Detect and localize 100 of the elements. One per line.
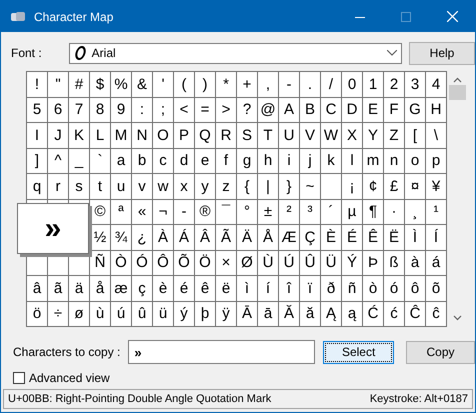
character-cell[interactable]: p (426, 148, 446, 173)
character-cell[interactable]: - (174, 200, 194, 224)
character-cell[interactable]: Û (300, 250, 320, 275)
advanced-view-checkbox[interactable] (13, 372, 25, 384)
character-cell[interactable]: i (279, 148, 299, 173)
character-cell[interactable]: a (111, 148, 131, 173)
character-cell[interactable]: Ø (237, 250, 257, 275)
character-cell[interactable]: Ú (279, 250, 299, 275)
character-cell[interactable]: N (132, 123, 152, 148)
character-cell[interactable]: = (195, 98, 215, 122)
character-cell[interactable]: M (111, 123, 131, 148)
character-cell[interactable]: ô (405, 276, 425, 300)
character-cell[interactable]: c (153, 148, 173, 173)
character-cell[interactable]: ( (174, 72, 194, 96)
character-cell[interactable]: ç (132, 276, 152, 300)
character-cell[interactable]: ³ (300, 200, 320, 224)
character-cell[interactable]: Ô (153, 250, 173, 275)
character-cell[interactable]: U (279, 123, 299, 148)
character-cell[interactable]: ć (384, 302, 404, 326)
character-cell[interactable]: Ą (321, 302, 341, 326)
character-cell[interactable]: _ (69, 148, 89, 173)
character-cell[interactable]: ð (321, 276, 341, 300)
character-cell[interactable]: ó (384, 276, 404, 300)
character-cell[interactable]: Ö (195, 250, 215, 275)
character-cell[interactable]: ¬ (153, 200, 173, 224)
character-cell[interactable]: ä (69, 276, 89, 300)
character-cell[interactable]: C (321, 98, 341, 122)
character-cell[interactable]: ÿ (216, 302, 236, 326)
character-cell[interactable]: { (237, 174, 257, 198)
advanced-view-label[interactable]: Advanced view (29, 371, 110, 385)
character-cell[interactable]: ' (153, 72, 173, 96)
character-cell[interactable]: J (48, 123, 68, 148)
character-cell[interactable]: P (174, 123, 194, 148)
character-cell[interactable]: F (384, 98, 404, 122)
character-cell[interactable]: T (258, 123, 278, 148)
character-cell[interactable]: h (258, 148, 278, 173)
character-cell[interactable]: 6 (48, 98, 68, 122)
characters-to-copy-field[interactable]: » (128, 340, 316, 364)
character-cell[interactable]: ; (153, 98, 173, 122)
character-cell[interactable]: Ã (216, 225, 236, 250)
character-cell[interactable]: W (321, 123, 341, 148)
character-cell[interactable]: > (216, 98, 236, 122)
character-cell[interactable]: ¹ (426, 200, 446, 224)
character-cell[interactable]: Ü (321, 250, 341, 275)
character-cell[interactable]: Þ (363, 250, 383, 275)
character-cell[interactable]: G (405, 98, 425, 122)
character-cell[interactable]: + (237, 72, 257, 96)
character-cell[interactable]: Z (384, 123, 404, 148)
character-cell[interactable]: : (132, 98, 152, 122)
character-cell[interactable]: ë (216, 276, 236, 300)
character-cell[interactable]: Ç (300, 225, 320, 250)
character-cell[interactable]: d (174, 148, 194, 173)
character-cell[interactable]: Ñ (90, 250, 110, 275)
character-cell[interactable]: ° (237, 200, 257, 224)
character-cell[interactable]: û (132, 302, 152, 326)
character-cell[interactable]: $ (90, 72, 110, 96)
character-cell[interactable]: 4 (426, 72, 446, 96)
character-cell[interactable]: H (426, 98, 446, 122)
character-cell[interactable]: % (111, 72, 131, 96)
character-cell[interactable]: ~ (300, 174, 320, 198)
character-cell[interactable]: ĉ (426, 302, 446, 326)
character-cell[interactable]: × (216, 250, 236, 275)
character-cell[interactable]: À (153, 225, 173, 250)
character-cell[interactable]: f (216, 148, 236, 173)
character-cell[interactable]: à (405, 250, 425, 275)
character-cell[interactable]: ¢ (363, 174, 383, 198)
character-cell[interactable]: ! (27, 72, 47, 96)
character-cell[interactable]: w (153, 174, 173, 198)
character-cell[interactable]: Y (363, 123, 383, 148)
character-cell[interactable]: å (90, 276, 110, 300)
scroll-up-icon[interactable] (453, 77, 462, 83)
character-cell[interactable]: ¸ (405, 200, 425, 224)
character-cell[interactable]: ¶ (363, 200, 383, 224)
character-cell[interactable]: ¾ (111, 225, 131, 250)
character-cell[interactable]: * (216, 72, 236, 96)
character-cell[interactable]: Ò (111, 250, 131, 275)
character-cell[interactable]: ö (27, 302, 47, 326)
character-cell[interactable]: ă (300, 302, 320, 326)
character-cell[interactable]: Ý (342, 250, 362, 275)
character-cell[interactable]: k (321, 148, 341, 173)
scroll-thumb[interactable] (449, 85, 466, 100)
character-cell[interactable]: l (342, 148, 362, 173)
character-cell[interactable]: L (90, 123, 110, 148)
character-cell[interactable]: ą (342, 302, 362, 326)
character-cell[interactable]: Í (426, 225, 446, 250)
character-cell[interactable]: x (174, 174, 194, 198)
character-cell[interactable]: î (279, 276, 299, 300)
help-button[interactable]: Help (409, 42, 475, 64)
character-cell[interactable]: ¤ (405, 174, 425, 198)
character-cell[interactable]: Ā (237, 302, 257, 326)
character-cell[interactable]: s (69, 174, 89, 198)
character-cell[interactable]: ß (384, 250, 404, 275)
character-cell[interactable]: q (27, 174, 47, 198)
character-cell[interactable]: A (279, 98, 299, 122)
character-cell[interactable]: ± (258, 200, 278, 224)
character-cell[interactable]: £ (384, 174, 404, 198)
character-cell[interactable]: Ê (363, 225, 383, 250)
character-cell[interactable]: E (363, 98, 383, 122)
character-cell[interactable]: ø (69, 302, 89, 326)
character-cell[interactable]: ā (258, 302, 278, 326)
